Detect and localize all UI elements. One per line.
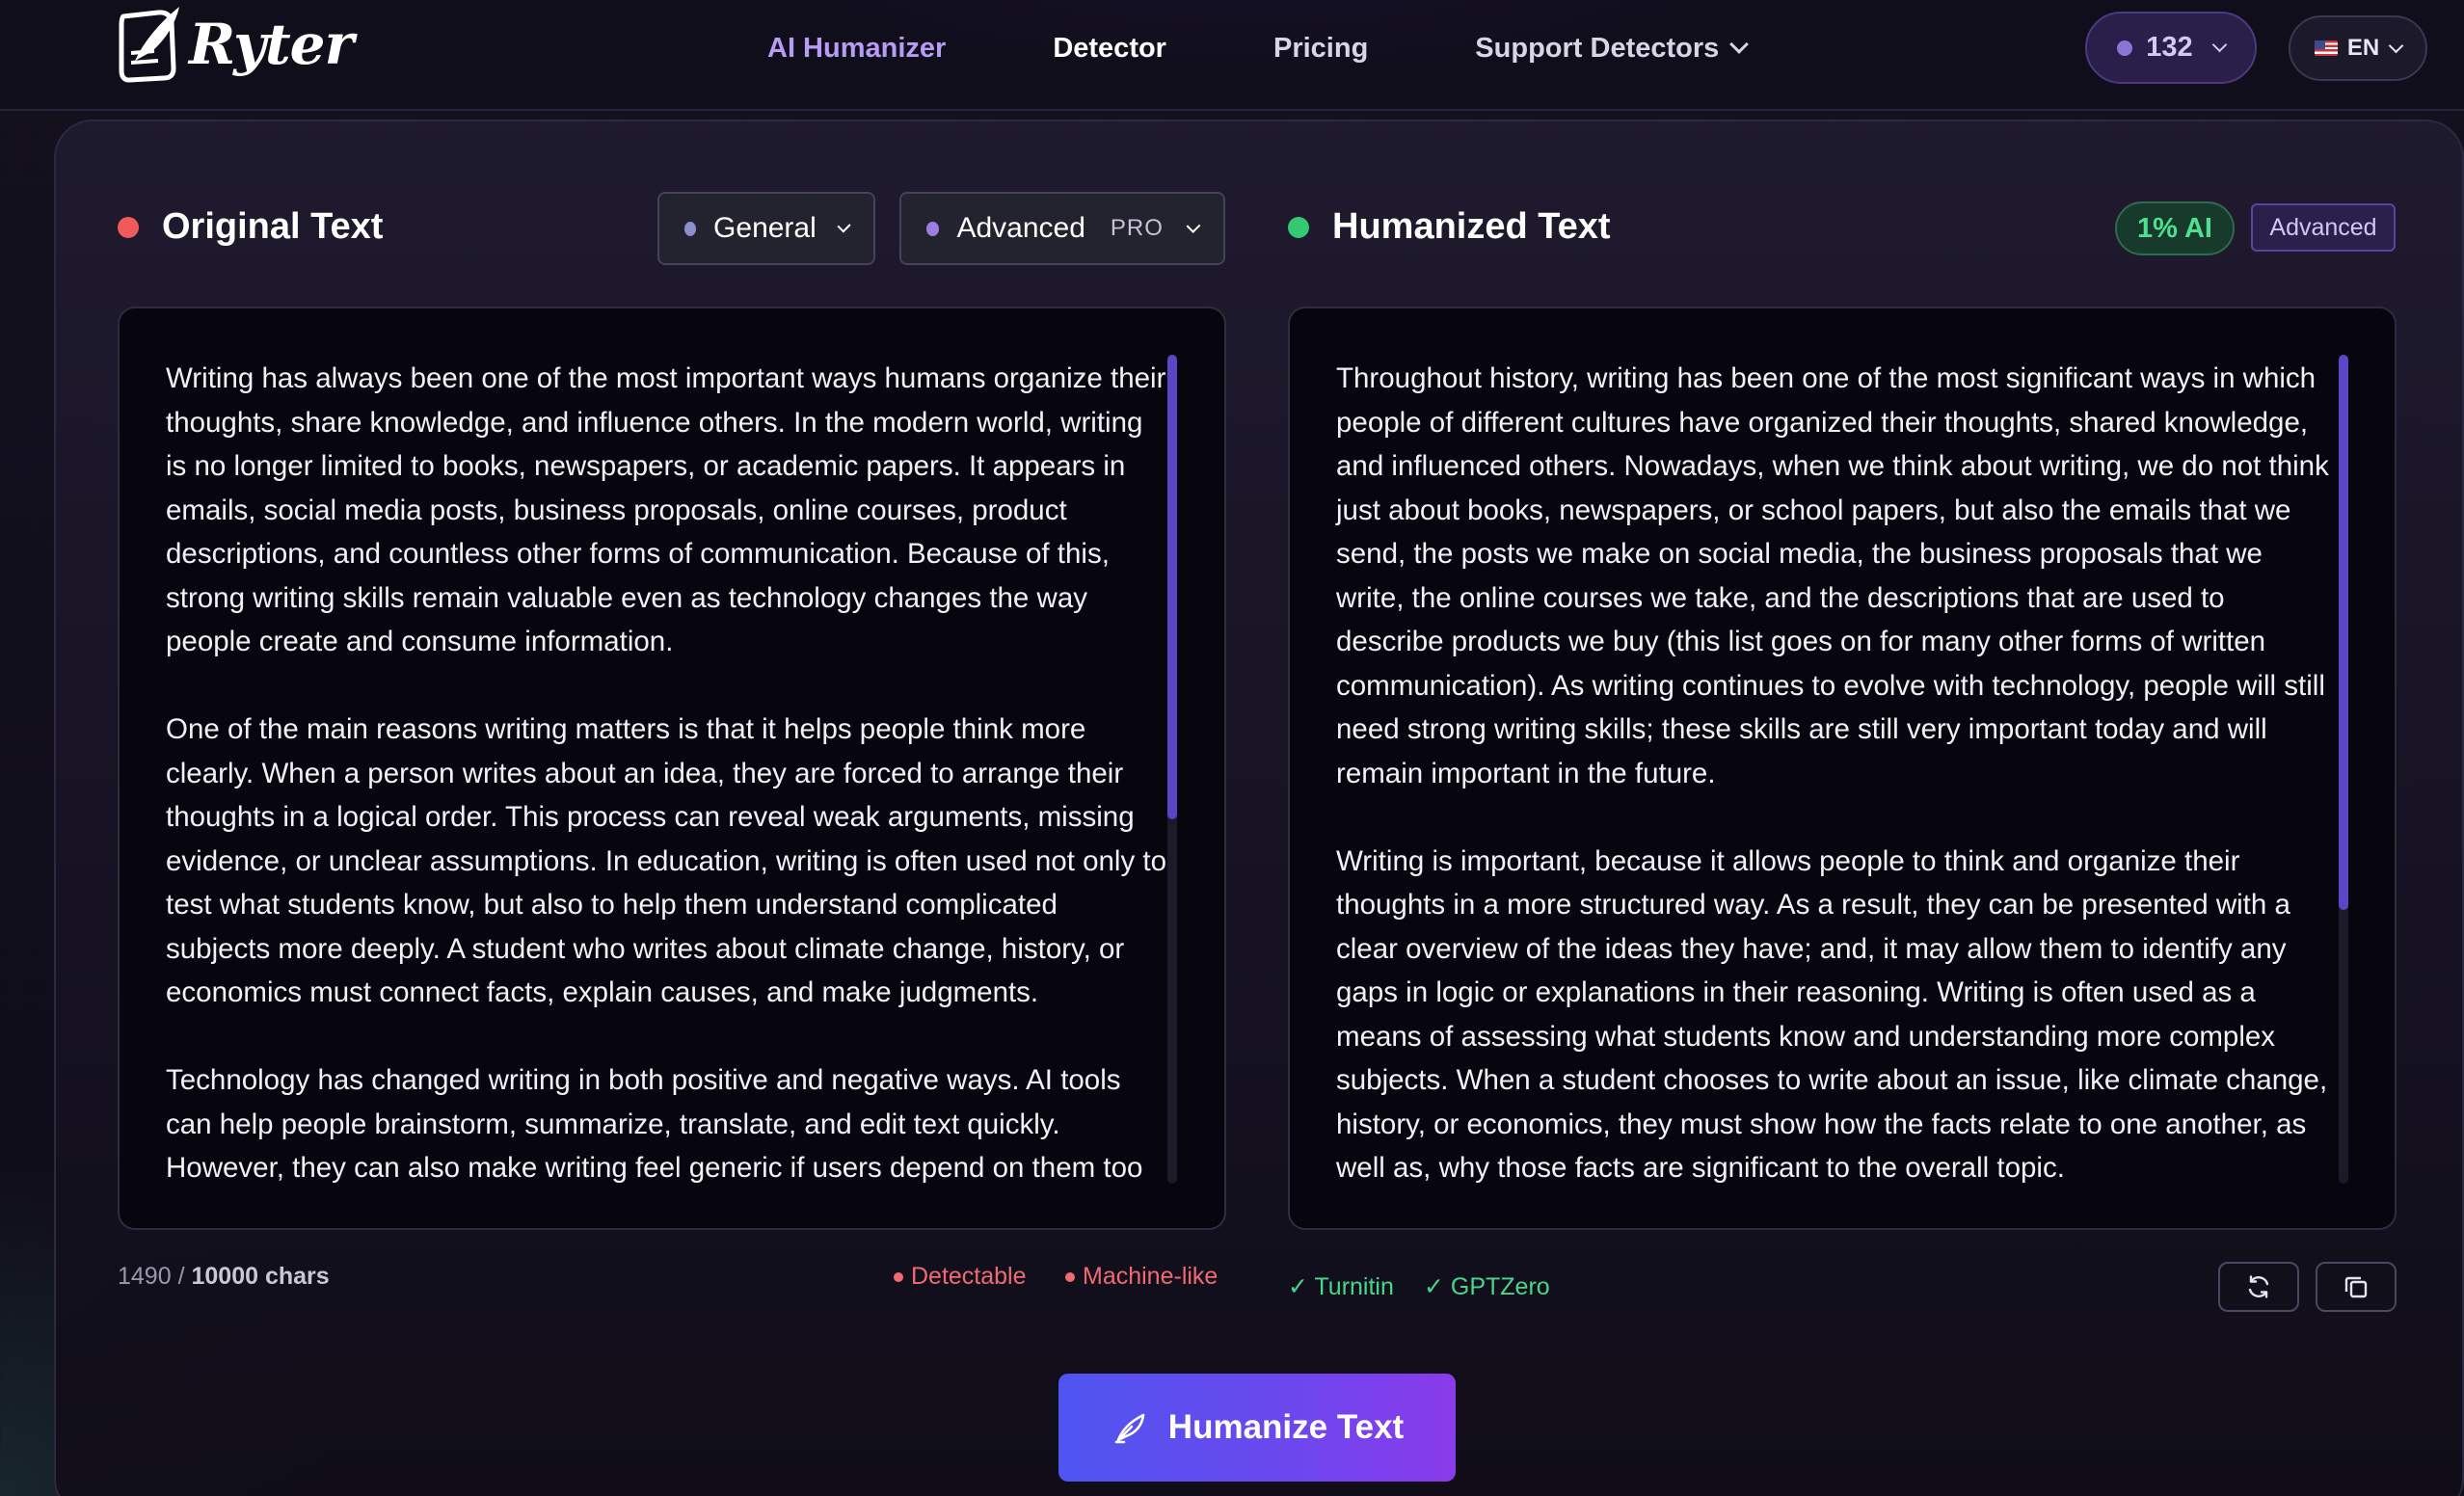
- nav-pricing[interactable]: Pricing: [1273, 33, 1368, 65]
- ai-score-badge: 1% AI: [2115, 201, 2235, 255]
- original-text-title: Original Text: [118, 206, 383, 248]
- gptzero-check: ✓ GPTZero: [1424, 1273, 1550, 1300]
- original-paragraph: Technology has changed writing in both p…: [166, 1064, 1143, 1184]
- humanized-title-label: Humanized Text: [1332, 206, 1611, 247]
- warning-dot-icon: [1065, 1271, 1075, 1282]
- nav-support-detectors-label: Support Detectors: [1475, 32, 1720, 64]
- original-scrollbar[interactable]: [1167, 355, 1177, 1184]
- mode-dot-icon: [684, 221, 697, 236]
- char-limit: 10000 chars: [191, 1263, 330, 1290]
- original-scroll-thumb[interactable]: [1167, 355, 1177, 819]
- humanized-paragraph: Throughout history, writing has been one…: [1336, 362, 2329, 789]
- original-text-content: Writing has always been one of the most …: [166, 357, 1168, 1228]
- char-count: 1490: [118, 1263, 172, 1290]
- mode-dropdown[interactable]: General: [657, 192, 875, 265]
- original-paragraph: One of the main reasons writing matters …: [166, 713, 1167, 1008]
- turnitin-check: ✓ Turnitin: [1288, 1273, 1394, 1300]
- machine-like-tag: Machine-like: [1065, 1263, 1218, 1291]
- status-dot-icon: [118, 216, 139, 238]
- machine-like-label: Machine-like: [1083, 1263, 1219, 1290]
- chevron-down-icon: [837, 218, 851, 233]
- humanized-text-content: Throughout history, writing has been one…: [1336, 357, 2331, 1228]
- credits-dropdown[interactable]: 132: [2085, 12, 2257, 84]
- brand-name: Ryter: [189, 12, 354, 77]
- nav-ai-humanizer[interactable]: AI Humanizer: [767, 33, 946, 65]
- top-nav: Ryter AI Humanizer Detector Pricing Supp…: [0, 0, 2464, 111]
- main-nav: AI Humanizer Detector Pricing Support De…: [767, 27, 1750, 69]
- status-dot-icon: [1288, 216, 1309, 238]
- refresh-icon: [2248, 1275, 2269, 1298]
- detectable-label: Detectable: [911, 1263, 1027, 1290]
- pro-badge: PRO: [1110, 215, 1164, 241]
- humanized-scroll-thumb[interactable]: [2339, 355, 2348, 910]
- feather-pen-icon: [1114, 1413, 1145, 1444]
- level-label: Advanced: [956, 212, 1085, 244]
- humanized-text-title: Humanized Text: [1288, 206, 1611, 248]
- nav-support-detectors[interactable]: Support Detectors: [1475, 32, 1750, 65]
- language-selector[interactable]: EN: [2289, 15, 2427, 81]
- humanize-text-button[interactable]: Humanize Text: [1058, 1374, 1456, 1482]
- original-paragraph: Writing has always been one of the most …: [166, 362, 1166, 657]
- credits-dot-icon: [2117, 40, 2133, 56]
- humanized-scrollbar[interactable]: [2339, 355, 2348, 1184]
- chevron-down-icon: [1186, 218, 1201, 233]
- brand-logo[interactable]: Ryter: [116, 0, 354, 89]
- mode-badge: Advanced: [2251, 203, 2396, 252]
- detectable-tag: Detectable: [894, 1263, 1027, 1291]
- us-flag-icon: [2314, 40, 2338, 56]
- language-label: EN: [2346, 35, 2380, 61]
- level-dot-icon: [926, 221, 940, 236]
- original-text-input[interactable]: Writing has always been one of the most …: [118, 307, 1226, 1230]
- credits-count: 132: [2146, 32, 2193, 63]
- level-dropdown[interactable]: Advanced PRO: [899, 192, 1225, 265]
- nav-detector[interactable]: Detector: [1053, 33, 1166, 65]
- chevron-down-icon: [1729, 35, 1750, 54]
- chevron-down-icon: [2211, 37, 2227, 53]
- humanized-paragraph: Writing is important, because it allows …: [1336, 844, 2328, 1185]
- humanize-button-label: Humanize Text: [1167, 1408, 1405, 1446]
- chevron-down-icon: [2388, 38, 2404, 53]
- char-counter: 1490 / 10000 chars: [118, 1263, 330, 1290]
- original-title-label: Original Text: [162, 206, 384, 247]
- mode-label: General: [713, 212, 817, 244]
- regenerate-button[interactable]: [2218, 1262, 2299, 1312]
- feather-logo-icon: [119, 7, 179, 83]
- copy-icon: [2344, 1276, 2368, 1298]
- humanized-text-output[interactable]: Throughout history, writing has been one…: [1288, 307, 2397, 1230]
- warning-dot-icon: [894, 1271, 903, 1282]
- copy-button[interactable]: [2316, 1262, 2397, 1312]
